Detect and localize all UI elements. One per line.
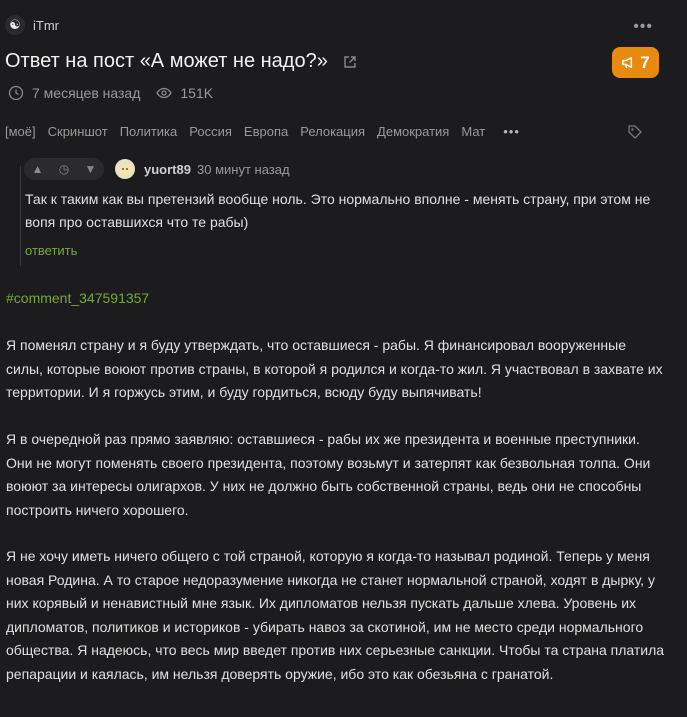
clock-icon <box>8 85 24 101</box>
post-title[interactable]: Ответ на пост «А может не надо?» <box>5 50 328 73</box>
post-author-bar: ☯ iTmr <box>5 14 59 36</box>
downvote-icon[interactable]: ▼ <box>84 162 96 176</box>
comment-time: 30 минут назад <box>197 162 290 177</box>
commenter-avatar[interactable] <box>115 159 135 179</box>
upvote-icon[interactable]: ▲ <box>32 162 44 176</box>
tag-item[interactable]: Россия <box>189 124 232 139</box>
tag-icon[interactable] <box>627 124 643 140</box>
post-title-row: Ответ на пост «А может не надо?» <box>5 50 358 73</box>
post-paragraph: Я в очередной раз прямо заявляю: оставши… <box>6 431 651 518</box>
external-link-icon[interactable] <box>342 54 358 70</box>
commenter-name[interactable]: yuort89 <box>144 162 191 177</box>
parent-comment: ▲ ◷ ▼ yuort89 30 минут назад Так к таким… <box>17 152 687 266</box>
comment-thread-line <box>20 166 21 266</box>
author-avatar[interactable]: ☯ <box>5 15 25 35</box>
tag-item[interactable]: [моё] <box>5 124 36 139</box>
post-meta: 7 месяцев назад 151K <box>8 83 213 103</box>
tag-item[interactable]: Скриншот <box>48 124 108 139</box>
tag-item[interactable]: Мат <box>461 124 485 139</box>
reply-link[interactable]: ответить <box>25 243 77 258</box>
comment-text: Так к таким как вы претензий вообще ноль… <box>25 191 651 230</box>
view-count: 151K <box>180 85 214 101</box>
rating-badge[interactable]: 7 <box>612 47 659 78</box>
tag-item[interactable]: Политика <box>120 124 178 139</box>
more-options-icon[interactable]: ••• <box>633 18 653 36</box>
clock-rating-icon: ◷ <box>58 162 70 176</box>
author-name[interactable]: iTmr <box>33 18 59 33</box>
tags-more-button[interactable]: ••• <box>503 124 520 139</box>
post-paragraph: Я поменял страну и я буду утверждать, чт… <box>6 337 663 400</box>
rating-value: 7 <box>640 52 650 72</box>
tag-item[interactable]: Релокация <box>300 124 365 139</box>
tag-item[interactable]: Демократия <box>377 124 449 139</box>
post-time: 7 месяцев назад <box>32 85 141 101</box>
eye-icon <box>156 87 173 99</box>
tag-item[interactable]: Европа <box>244 124 288 139</box>
post-paragraph: Я не хочу иметь ничего общего с той стра… <box>6 548 665 682</box>
comment-vote-control: ▲ ◷ ▼ <box>24 158 104 180</box>
megaphone-icon <box>622 57 633 69</box>
tag-list: [моё] Скриншот Политика Россия Европа Ре… <box>5 124 532 139</box>
comment-hashtag-link[interactable]: #comment_347591357 <box>6 290 149 306</box>
